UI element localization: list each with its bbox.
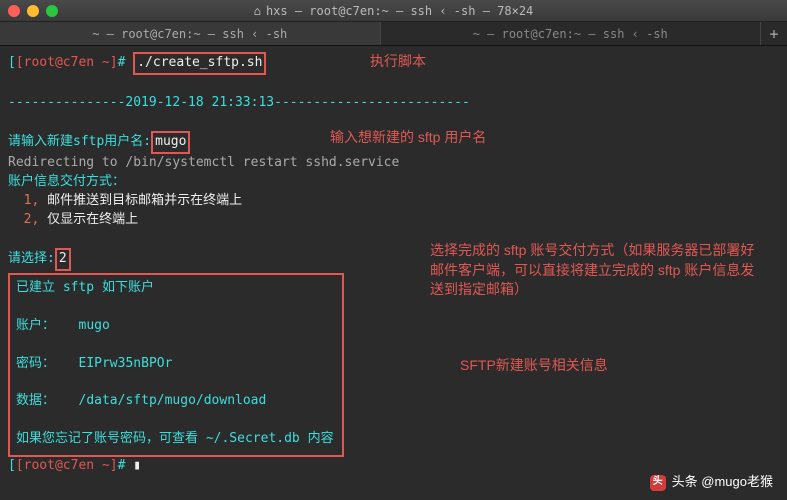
option2-text: 仅显示在终端上	[39, 212, 138, 227]
annotation-exec: 执行脚本	[370, 52, 426, 72]
option1-text: 邮件推送到目标邮箱并示在终端上	[39, 193, 242, 208]
account-pwd-value: EIPrw35nBPOr	[79, 356, 173, 371]
annotation-username: 输入想新建的 sftp 用户名	[330, 128, 486, 148]
watermark: 头 头条 @mugo老猴	[650, 473, 773, 492]
account-info-box: 已建立 sftp 如下账户 账户： mugo 密码： EIPrw35nBPOr …	[8, 273, 344, 457]
annotation-delivery: 选择完成的 sftp 账号交付方式（如果服务器已部署好邮件客户端，可以直接将建立…	[430, 241, 765, 300]
minimize-window-button[interactable]	[27, 5, 39, 17]
window-titlebar: ⌂ hxs — root@c7en:~ — ssh ‹ -sh — 78×24	[0, 0, 787, 22]
select-label: 请选择:	[8, 251, 55, 266]
prompt-user: [root@c7en ~]	[16, 55, 118, 70]
command: ./create_sftp.sh	[137, 55, 262, 70]
option2-num: 2,	[24, 212, 40, 227]
new-tab-button[interactable]: +	[761, 22, 787, 45]
delivery-header: 账户信息交付方式：	[8, 174, 125, 189]
divider-pre: ---------------	[8, 95, 125, 110]
divider-post: -------------------------	[274, 95, 470, 110]
account-data-value: /data/sftp/mugo/download	[79, 393, 267, 408]
account-user-value: mugo	[79, 318, 110, 333]
window-title: hxs — root@c7en:~ — ssh ‹ -sh — 78×24	[266, 4, 533, 18]
forgot-hint: 如果您忘记了账号密码，可查看 ~/.Secret.db 内容	[16, 431, 334, 446]
annotation-sftp-info: SFTP新建账号相关信息	[460, 356, 608, 376]
input-username-label: 请输入新建sftp用户名:	[8, 134, 151, 149]
close-window-button[interactable]	[8, 5, 20, 17]
select-value: 2	[59, 251, 67, 266]
prompt-user-end: [root@c7en ~]	[16, 458, 118, 473]
account-data-key: 数据：	[16, 393, 55, 408]
tab-active[interactable]: ~ — root@c7en:~ — ssh ‹ -sh	[0, 22, 381, 45]
timestamp: 2019-12-18 21:33:13	[125, 95, 274, 110]
option1-num: 1,	[24, 193, 40, 208]
watermark-text: 头条 @mugo老猴	[672, 473, 773, 492]
home-icon: ⌂	[254, 4, 261, 18]
account-header: 已建立 sftp 如下账户	[16, 280, 154, 295]
account-user-key: 账户：	[16, 318, 55, 333]
zoom-window-button[interactable]	[46, 5, 58, 17]
input-username-value: mugo	[155, 134, 186, 149]
terminal-output[interactable]: [[root@c7en ~]# ./create_sftp.sh -------…	[0, 46, 787, 500]
redirect-line: Redirecting to /bin/systemctl restart ss…	[8, 155, 399, 170]
account-pwd-key: 密码：	[16, 356, 55, 371]
tab-inactive[interactable]: ~ — root@c7en:~ — ssh ‹ -sh	[381, 22, 762, 45]
tab-bar: ~ — root@c7en:~ — ssh ‹ -sh ~ — root@c7e…	[0, 22, 787, 46]
toutiao-logo-icon: 头	[650, 475, 666, 491]
